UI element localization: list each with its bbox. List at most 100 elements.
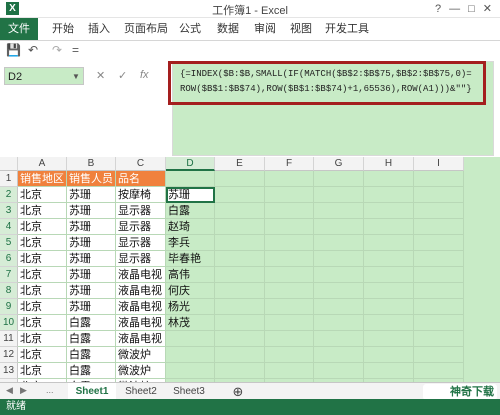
cell-h12[interactable] bbox=[364, 347, 414, 363]
cell-h1[interactable] bbox=[364, 171, 414, 187]
cell-e9[interactable] bbox=[215, 299, 265, 315]
row-header[interactable]: 7 bbox=[0, 267, 18, 283]
cell-i6[interactable] bbox=[414, 251, 464, 267]
cell-g5[interactable] bbox=[314, 235, 364, 251]
cell-g7[interactable] bbox=[314, 267, 364, 283]
cell-f10[interactable] bbox=[265, 315, 314, 331]
tab-review[interactable]: 审阅 bbox=[250, 18, 280, 40]
cell-c2[interactable]: 按摩椅 bbox=[116, 187, 166, 203]
cell-b9[interactable]: 苏珊 bbox=[67, 299, 116, 315]
row-header[interactable]: 1 bbox=[0, 171, 18, 187]
cell-c9[interactable]: 液晶电视 bbox=[116, 299, 166, 315]
cell-c1[interactable]: 品名 bbox=[116, 171, 166, 187]
cell-a10[interactable]: 北京 bbox=[18, 315, 67, 331]
cell-d10[interactable]: 林茂 bbox=[166, 315, 215, 331]
tab-page-layout[interactable]: 页面布局 bbox=[120, 18, 172, 40]
cell-e8[interactable] bbox=[215, 283, 265, 299]
cell-g8[interactable] bbox=[314, 283, 364, 299]
cell-d13[interactable] bbox=[166, 363, 215, 379]
tab-formulas[interactable]: 公式 bbox=[175, 18, 205, 40]
cell-a11[interactable]: 北京 bbox=[18, 331, 67, 347]
cell-e12[interactable] bbox=[215, 347, 265, 363]
cell-a8[interactable]: 北京 bbox=[18, 283, 67, 299]
cell-a9[interactable]: 北京 bbox=[18, 299, 67, 315]
cell-d9[interactable]: 杨光 bbox=[166, 299, 215, 315]
row-header[interactable]: 8 bbox=[0, 283, 18, 299]
cell-f3[interactable] bbox=[265, 203, 314, 219]
cell-a13[interactable]: 北京 bbox=[18, 363, 67, 379]
cell-i7[interactable] bbox=[414, 267, 464, 283]
cell-a2[interactable]: 北京 bbox=[18, 187, 67, 203]
cell-e4[interactable] bbox=[215, 219, 265, 235]
cell-d11[interactable] bbox=[166, 331, 215, 347]
cell-c4[interactable]: 显示器 bbox=[116, 219, 166, 235]
cell-d6[interactable]: 毕春艳 bbox=[166, 251, 215, 267]
cell-e13[interactable] bbox=[215, 363, 265, 379]
cell-h6[interactable] bbox=[364, 251, 414, 267]
cell-e3[interactable] bbox=[215, 203, 265, 219]
sheet-next-icon[interactable]: ▶ bbox=[20, 385, 27, 396]
cell-i10[interactable] bbox=[414, 315, 464, 331]
row-header[interactable]: 6 bbox=[0, 251, 18, 267]
cell-b3[interactable]: 苏珊 bbox=[67, 203, 116, 219]
cell-a6[interactable]: 北京 bbox=[18, 251, 67, 267]
column-header-e[interactable]: E bbox=[215, 157, 265, 171]
column-header-d[interactable]: D bbox=[166, 157, 215, 171]
cell-h11[interactable] bbox=[364, 331, 414, 347]
chevron-down-icon[interactable]: ▼ bbox=[72, 72, 80, 81]
cell-e6[interactable] bbox=[215, 251, 265, 267]
cell-f11[interactable] bbox=[265, 331, 314, 347]
cell-a1[interactable]: 销售地区 bbox=[18, 171, 67, 187]
cell-b10[interactable]: 白露 bbox=[67, 315, 116, 331]
cell-i4[interactable] bbox=[414, 219, 464, 235]
help-button[interactable]: ? bbox=[435, 3, 441, 15]
cell-h2[interactable] bbox=[364, 187, 414, 203]
cell-c5[interactable]: 显示器 bbox=[116, 235, 166, 251]
cell-f8[interactable] bbox=[265, 283, 314, 299]
cell-d12[interactable] bbox=[166, 347, 215, 363]
cell-h7[interactable] bbox=[364, 267, 414, 283]
cell-g2[interactable] bbox=[314, 187, 364, 203]
cell-i13[interactable] bbox=[414, 363, 464, 379]
cell-i12[interactable] bbox=[414, 347, 464, 363]
cell-h13[interactable] bbox=[364, 363, 414, 379]
cell-c8[interactable]: 液晶电视 bbox=[116, 283, 166, 299]
cell-d5[interactable]: 李兵 bbox=[166, 235, 215, 251]
minimize-button[interactable]: — bbox=[449, 3, 460, 15]
close-button[interactable]: ✕ bbox=[483, 2, 492, 15]
row-header[interactable]: 2 bbox=[0, 187, 18, 203]
tab-file[interactable]: 文件 bbox=[0, 18, 38, 40]
column-header-f[interactable]: F bbox=[265, 157, 314, 171]
cell-g13[interactable] bbox=[314, 363, 364, 379]
cell-g1[interactable] bbox=[314, 171, 364, 187]
cell-b1[interactable]: 销售人员 bbox=[67, 171, 116, 187]
cell-f12[interactable] bbox=[265, 347, 314, 363]
cell-a3[interactable]: 北京 bbox=[18, 203, 67, 219]
column-header-g[interactable]: G bbox=[314, 157, 364, 171]
cell-b12[interactable]: 白露 bbox=[67, 347, 116, 363]
cell-d8[interactable]: 何庆 bbox=[166, 283, 215, 299]
cell-c11[interactable]: 液晶电视 bbox=[116, 331, 166, 347]
cell-c13[interactable]: 微波炉 bbox=[116, 363, 166, 379]
column-header-a[interactable]: A bbox=[18, 157, 67, 171]
column-header-b[interactable]: B bbox=[67, 157, 116, 171]
column-header-h[interactable]: H bbox=[364, 157, 414, 171]
cell-g6[interactable] bbox=[314, 251, 364, 267]
cell-f7[interactable] bbox=[265, 267, 314, 283]
cell-a5[interactable]: 北京 bbox=[18, 235, 67, 251]
row-header[interactable]: 12 bbox=[0, 347, 18, 363]
row-header[interactable]: 10 bbox=[0, 315, 18, 331]
cell-h4[interactable] bbox=[364, 219, 414, 235]
cell-f4[interactable] bbox=[265, 219, 314, 235]
tab-data[interactable]: 数据 bbox=[213, 18, 243, 40]
cell-g4[interactable] bbox=[314, 219, 364, 235]
maximize-button[interactable]: □ bbox=[468, 3, 475, 15]
tab-sheet3[interactable]: Sheet3 bbox=[166, 383, 212, 400]
add-sheet-icon[interactable]: ⊕ bbox=[228, 383, 248, 400]
cell-e10[interactable] bbox=[215, 315, 265, 331]
cell-i3[interactable] bbox=[414, 203, 464, 219]
cell-e1[interactable] bbox=[215, 171, 265, 187]
cancel-icon[interactable]: ✕ bbox=[96, 69, 105, 82]
cell-f5[interactable] bbox=[265, 235, 314, 251]
tab-home[interactable]: 开始 bbox=[48, 18, 78, 40]
